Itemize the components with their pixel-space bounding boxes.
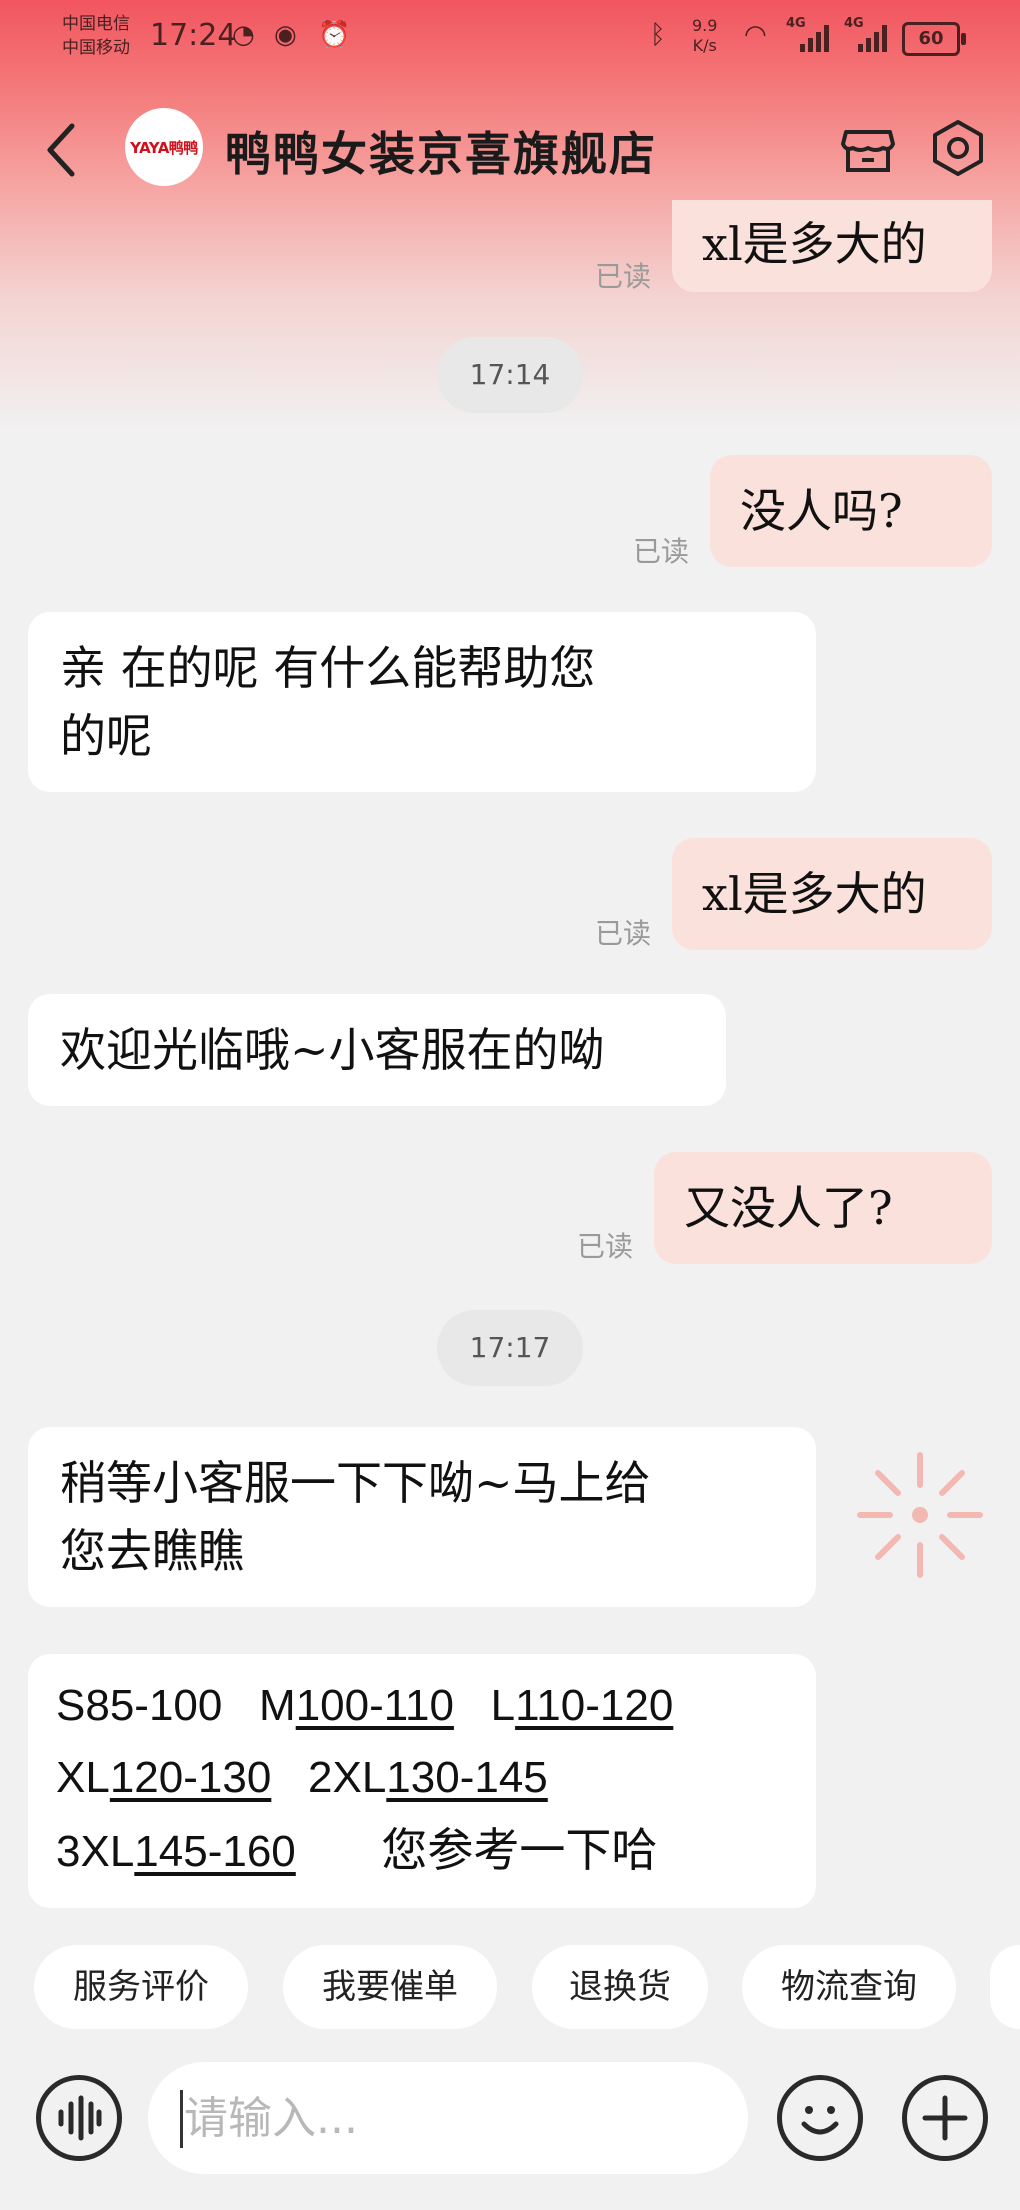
incoming-message[interactable]: 稍等小客服一下下呦~马上给 您去瞧瞧: [28, 1427, 816, 1607]
size-m-label: M: [259, 1681, 296, 1730]
quick-reply-service-rating[interactable]: 服务评价: [34, 1945, 248, 2029]
status-bar: 中国电信 中国移动 17:24 ◔ ◉ ⏰ ᛒ 9.9 K/s ◠ 4G 4G …: [0, 0, 1020, 78]
timestamp-pill: 17:17: [437, 1310, 583, 1386]
chat-header: YAYA鸭鸭 鸭鸭女装京喜旗舰店: [0, 100, 1020, 200]
message-line: 的呢: [60, 709, 152, 763]
size-m-range: 100-110: [295, 1681, 454, 1730]
message-line: 亲 在的呢 有什么能帮助您: [60, 641, 596, 695]
quick-reply-urge-order[interactable]: 我要催单: [283, 1945, 497, 2029]
outgoing-message[interactable]: xl是多大的: [672, 200, 992, 292]
incoming-message[interactable]: 亲 在的呢 有什么能帮助您 的呢: [28, 612, 816, 792]
timestamp-pill: 17:14: [437, 337, 583, 413]
status-time: 17:24: [150, 18, 237, 53]
plus-glyph: [922, 2095, 968, 2141]
quick-reply-return-exchange[interactable]: 退换货: [532, 1945, 708, 2029]
read-receipt: 已读: [595, 260, 652, 293]
store-icon[interactable]: [838, 118, 898, 178]
size-row: 3XL145-160 您参考一下哈: [56, 1814, 784, 1888]
chevron-left-icon[interactable]: [42, 120, 82, 180]
size-xl-label: XL: [56, 1753, 110, 1802]
bluetooth-icon: ᛒ: [650, 20, 666, 50]
signal-1-icon: [800, 22, 834, 52]
alarm-icon: ⏰: [318, 20, 351, 50]
net-speed-value: 9.9: [692, 16, 718, 35]
read-receipt: 已读: [595, 917, 652, 950]
size-note: 您参考一下哈: [381, 1823, 658, 1877]
message-line: 您去瞧瞧: [60, 1524, 244, 1578]
size-chart-message[interactable]: S85-100 M100-110 L110-120 XL120-130 2XL1…: [28, 1654, 816, 1908]
size-l-label: L: [490, 1681, 516, 1730]
read-receipt: 已读: [577, 1230, 634, 1263]
settings-hexagon-icon[interactable]: [928, 118, 988, 178]
incoming-message[interactable]: 欢迎光临哦~小客服在的呦: [28, 994, 726, 1106]
quick-reply-more[interactable]: [990, 1945, 1020, 2029]
carrier-1: 中国电信: [62, 14, 130, 34]
read-receipt: 已读: [633, 535, 690, 568]
size-xl-range: 120-130: [109, 1753, 272, 1802]
message-input[interactable]: [148, 2062, 748, 2174]
size-s: S85-100: [56, 1681, 223, 1730]
speedometer-icon: ◔: [232, 20, 255, 50]
firework-decoration: [857, 1452, 983, 1578]
wifi-icon: ◠: [744, 20, 767, 50]
size-3xl-label: 3XL: [56, 1827, 135, 1876]
voice-wave-icon[interactable]: [36, 2075, 122, 2161]
shop-name[interactable]: 鸭鸭女装京喜旗舰店: [225, 118, 657, 184]
size-2xl-label: 2XL: [308, 1753, 387, 1802]
text-cursor: [180, 2090, 183, 2148]
size-row: XL120-130 2XL130-145: [56, 1742, 784, 1814]
carrier-labels: 中国电信 中国移动: [62, 12, 130, 60]
plus-icon[interactable]: [902, 2075, 988, 2161]
size-3xl-range: 145-160: [134, 1827, 296, 1876]
eye-icon: ◉: [274, 20, 297, 50]
net-speed: 9.9 K/s: [692, 16, 717, 56]
message-line: 稍等小客服一下下呦~马上给: [60, 1456, 651, 1510]
size-l-range: 110-120: [515, 1681, 674, 1730]
outgoing-message[interactable]: xl是多大的: [672, 838, 992, 950]
smiley-icon[interactable]: [777, 2075, 863, 2161]
outgoing-message[interactable]: 又没人了?: [654, 1152, 992, 1264]
size-2xl-range: 130-145: [386, 1753, 548, 1802]
smiley-glyph: [801, 2106, 839, 2135]
shop-logo[interactable]: YAYA鸭鸭: [125, 108, 203, 186]
signal-2-icon: [858, 22, 892, 52]
net-speed-unit: K/s: [692, 36, 717, 55]
outgoing-message[interactable]: 没人吗?: [710, 455, 992, 567]
battery-indicator: 60: [902, 22, 966, 56]
voice-wave-glyph: [58, 2095, 102, 2141]
carrier-2: 中国移动: [62, 38, 130, 58]
size-row: S85-100 M100-110 L110-120: [56, 1670, 784, 1742]
quick-reply-logistics[interactable]: 物流查询: [742, 1945, 956, 2029]
